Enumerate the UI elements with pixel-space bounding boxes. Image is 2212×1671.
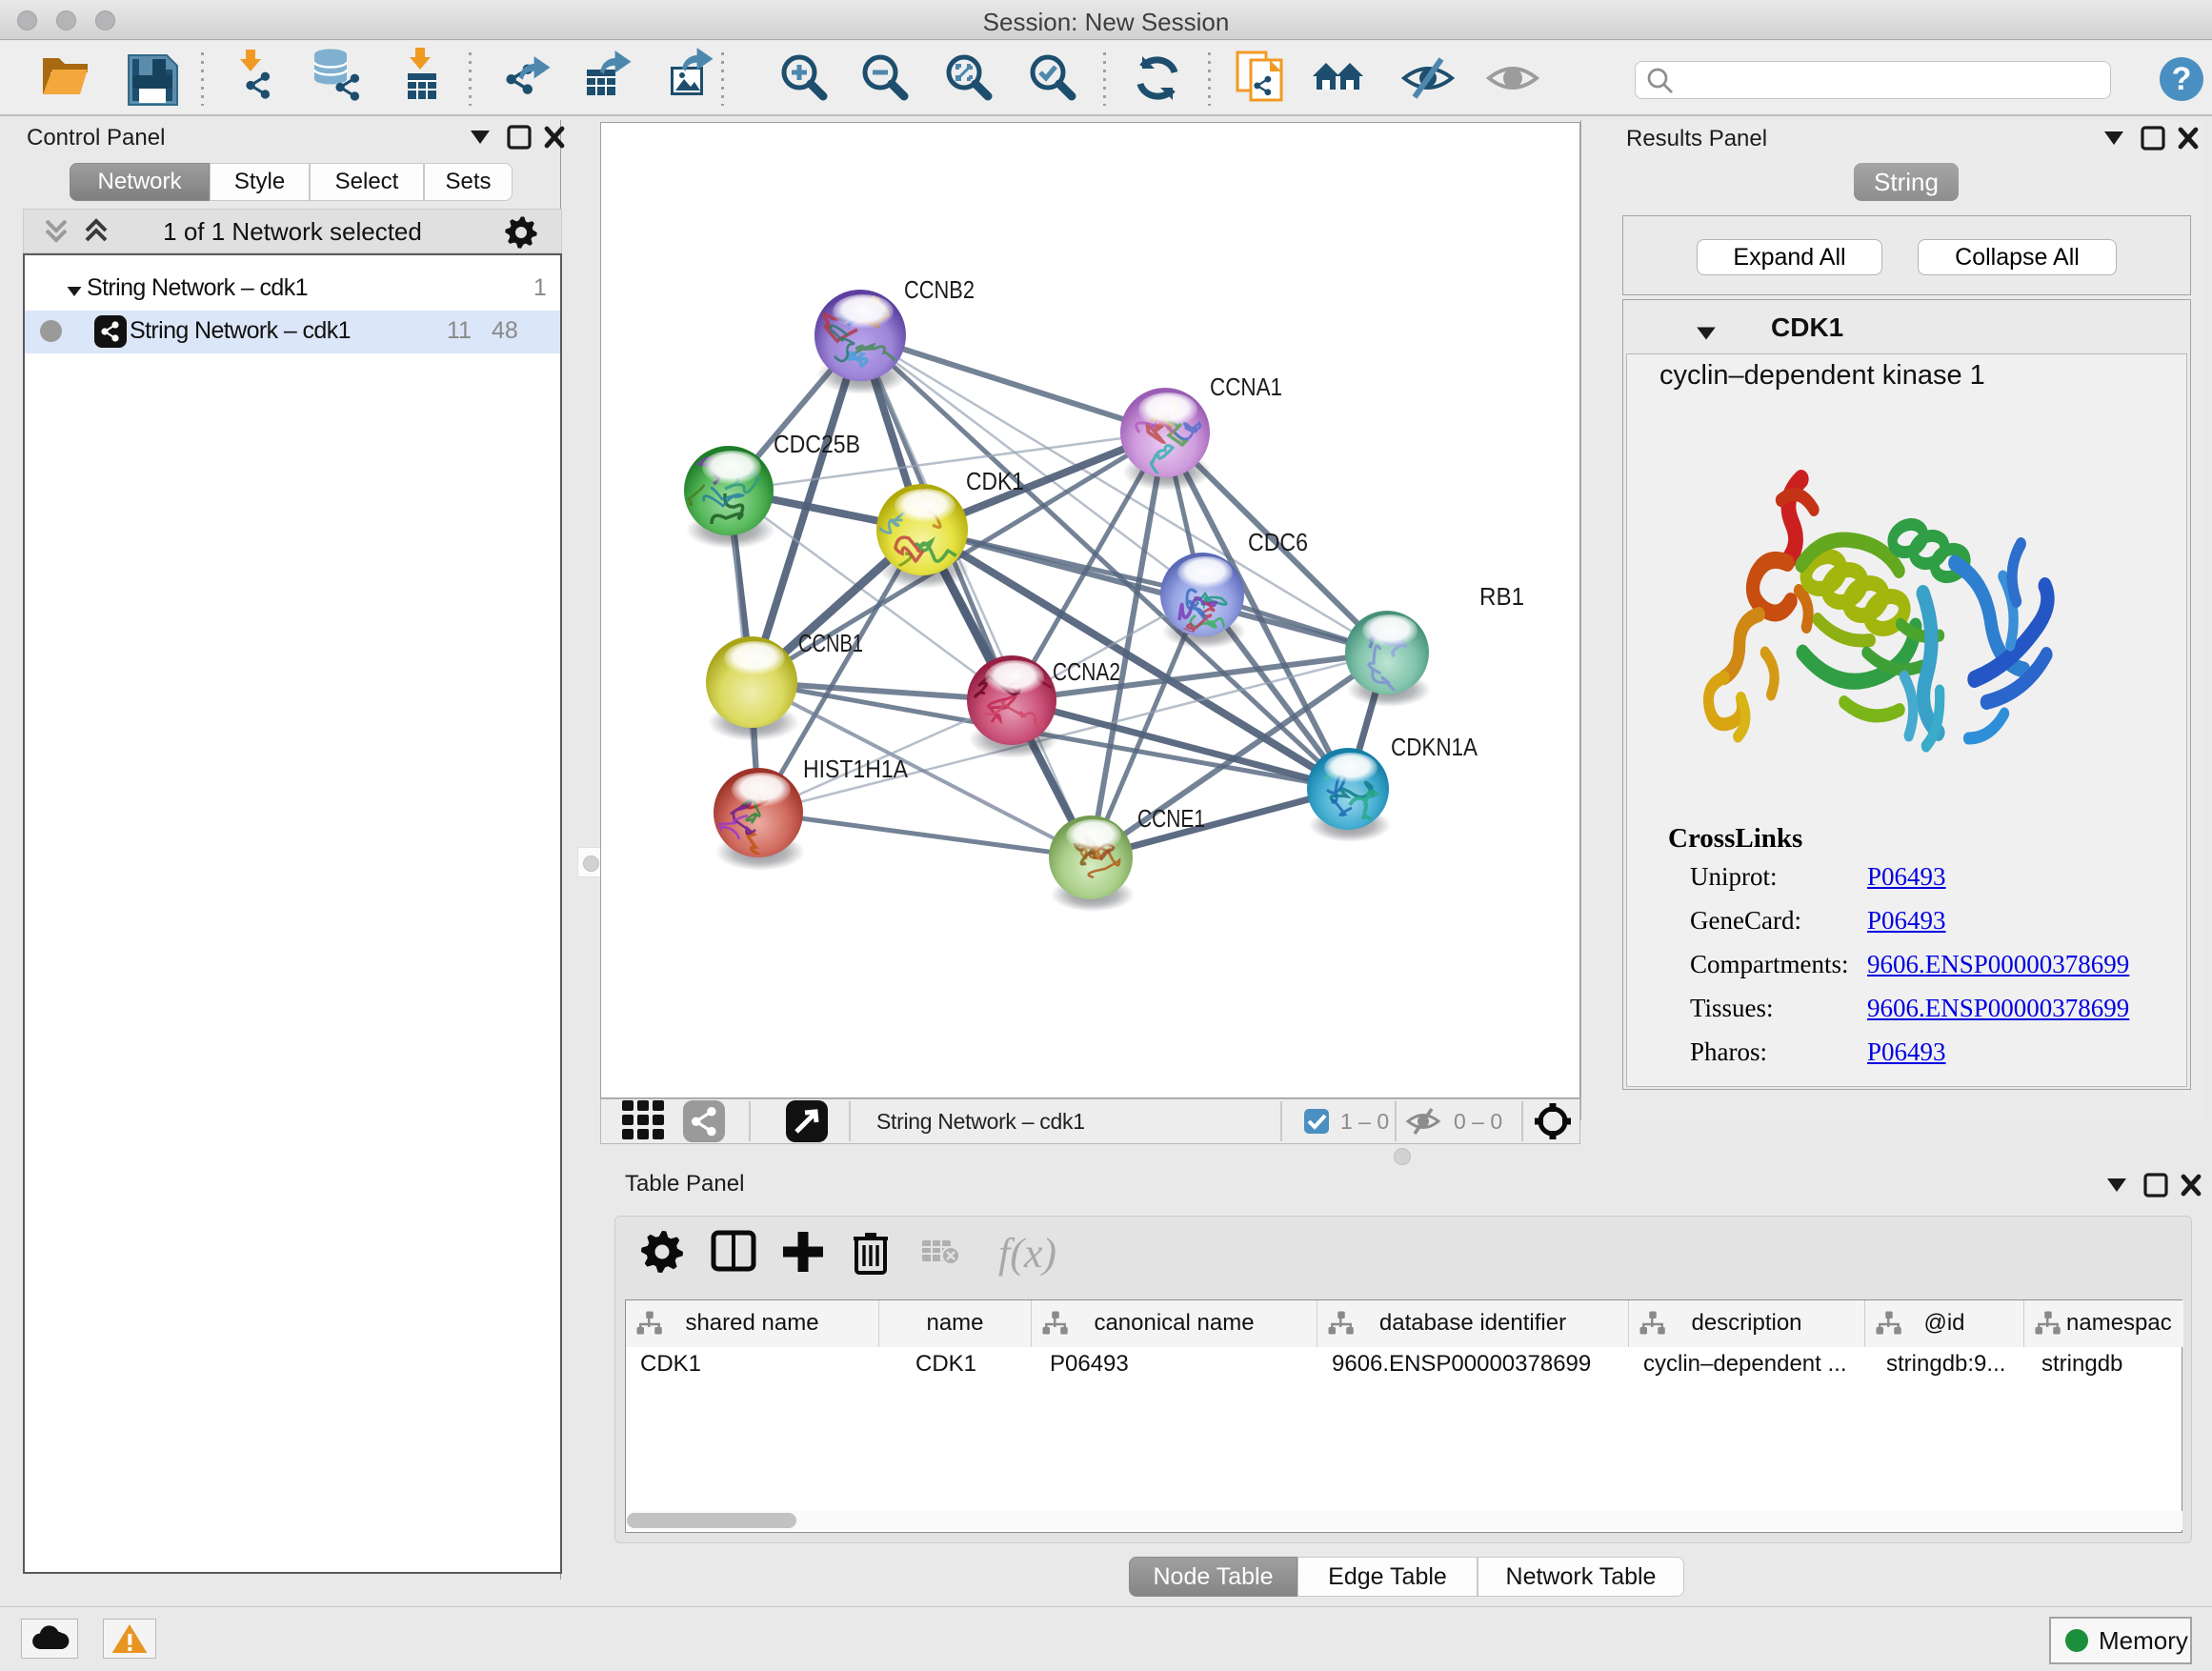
svg-text:CCNB1: CCNB1 — [798, 629, 863, 657]
svg-text:CCNE1: CCNE1 — [1137, 804, 1205, 833]
svg-text:f(x): f(x) — [998, 1230, 1056, 1277]
svg-text:CDC25B: CDC25B — [774, 430, 860, 458]
svg-text:CDK1: CDK1 — [966, 467, 1024, 495]
svg-text:CDKN1A: CDKN1A — [1391, 733, 1478, 761]
svg-text:CCNA2: CCNA2 — [1053, 657, 1120, 686]
svg-text:CCNA1: CCNA1 — [1210, 372, 1282, 401]
svg-text:CDC6: CDC6 — [1248, 528, 1308, 556]
svg-text:RB1: RB1 — [1479, 582, 1524, 611]
svg-text:HIST1H1A: HIST1H1A — [803, 755, 909, 783]
svg-text:CCNB2: CCNB2 — [904, 275, 975, 304]
